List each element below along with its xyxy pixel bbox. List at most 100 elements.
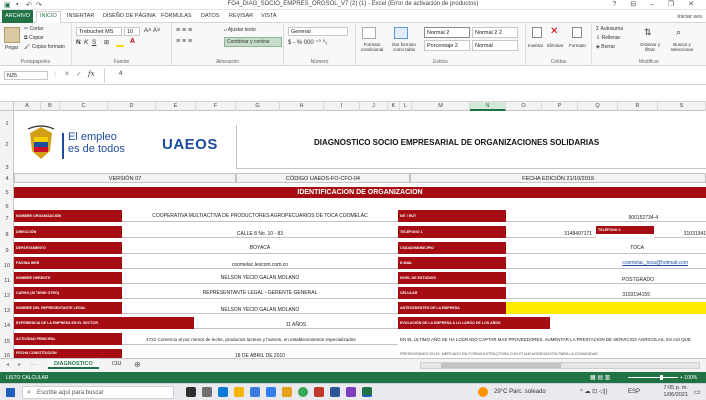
window-controls[interactable]: ? ⊟ – ❐ ✕ [612,0,700,8]
delete-button[interactable]: Eliminar [547,43,563,48]
column-header[interactable]: C [60,102,108,111]
row-header[interactable]: 3 [0,165,14,171]
column-header[interactable]: O [506,102,542,111]
column-header[interactable]: A [14,102,41,111]
italic-button[interactable]: K [84,39,88,46]
row-header[interactable]: 8 [0,232,14,238]
cancel-entry-icon[interactable]: ✕ [64,70,70,78]
value-legal-rep[interactable]: NELSON YECID GALAN MOLANO [122,303,398,314]
autosum-button[interactable]: Σ Autosuma [596,26,623,32]
store-icon[interactable] [266,387,276,397]
number-format-select[interactable]: General [288,27,348,36]
column-header[interactable]: P [542,102,578,111]
language-indicator[interactable]: ESP [628,389,640,395]
sheet-tab-diagnostico[interactable]: DIAGNOSTICO [48,359,99,369]
file-explorer-icon[interactable] [234,387,244,397]
background-input[interactable] [506,302,706,314]
row-header[interactable]: 5 [0,190,14,196]
tab-file[interactable]: ARCHIVO [2,10,34,23]
number-format-buttons[interactable]: $ - % 000 ⁺⁰ ⁰₀ [288,39,327,46]
scroll-thumb[interactable] [441,363,561,368]
section-header[interactable]: IDENTIFICACION DE ORGANIZACION [14,187,706,198]
row-header[interactable]: 4 [0,176,14,182]
zoom-slider[interactable] [628,377,678,378]
style-normal[interactable]: Normal [472,40,518,51]
weather-text[interactable]: 29°C Parc. soleado [494,389,546,395]
app-purple-icon[interactable] [346,387,356,397]
row-header[interactable]: 7 [0,216,14,222]
code-cell[interactable]: CÓDIGO UAEOS-FO-CFO-04 [236,173,410,183]
sign-in-link[interactable]: Iniciar ses [677,14,702,20]
tab-page-layout[interactable]: DISEÑO DE PÁGINA [100,12,159,20]
save-icon[interactable]: ▪ [16,1,18,8]
evolution-text[interactable]: EN EL ÚLTIMO AÑO SE HA LOGRADO CAPTAR MA… [400,335,706,344]
row-header[interactable]: 13 [0,308,14,314]
row-header[interactable]: 6 [0,204,14,210]
conditional-format-icon[interactable] [362,27,376,39]
value-department[interactable]: BOYACÁ [122,243,398,254]
value-email-link[interactable]: coomelac_toca@hotmail.com [506,258,706,269]
row-header[interactable]: 1 [0,121,14,127]
sort-filter-icon[interactable]: ⇅ [644,27,652,38]
value-nit[interactable]: 900152734-4 [506,211,706,222]
sheet-tab-ciu[interactable]: CIU [106,359,127,369]
wrap-text-button[interactable]: ⤶ Ajustar texto [224,27,256,33]
excel-taskbar-icon[interactable] [362,387,372,397]
style-normal-2[interactable]: Normal 2 [424,27,470,38]
edge-icon[interactable] [218,387,228,397]
bold-button[interactable]: N [76,39,81,46]
confirm-entry-icon[interactable]: ✓ [76,70,82,78]
format-button[interactable]: Formato [569,43,586,48]
fill-button[interactable]: ⇩ Rellenar [596,35,620,41]
underline-button[interactable]: S [92,39,96,46]
zoom-level[interactable]: + 100% [680,375,697,381]
column-header[interactable]: G [236,102,280,111]
binoculars-icon[interactable]: ⌕ [676,27,681,38]
column-header[interactable]: M [412,102,470,111]
tray-icons[interactable]: ^ ☁ ⊡ ◁)) [580,388,607,395]
column-header[interactable]: J [360,102,388,111]
clock-time[interactable]: 7:05 p. m. [658,385,688,391]
edition-date-cell[interactable]: FECHA EDICIÓN 21/10/2019 [410,173,706,183]
align-top-icon[interactable]: ≡ ≡ ≡ [176,27,192,34]
column-header[interactable]: B [41,102,60,111]
zoom-slider-thumb[interactable] [660,375,663,380]
tab-more-icon[interactable]: … [30,361,36,367]
align-left-icon[interactable]: ≡ ≡ ≡ [176,38,192,45]
font-color-icon[interactable]: A [130,38,135,45]
column-header-selected[interactable]: N [470,102,506,111]
windows-start-icon[interactable] [6,388,15,397]
undo-icon[interactable]: ↶ [26,1,32,9]
format-icon[interactable] [572,27,582,38]
row-header[interactable]: 11 [0,278,14,284]
style-normal-2-2[interactable]: Normal 2 2 [472,27,518,38]
value-founding-date[interactable]: 18 DE ABRIL DE 2010 [122,350,398,358]
value-manager[interactable]: NELSON YECID GALAN MOLANO [122,273,398,284]
paste-icon[interactable] [4,27,20,43]
find-select-button[interactable]: Buscar y seleccionar [666,42,698,53]
app-icon[interactable] [282,387,292,397]
view-buttons[interactable]: ▦ ▤ ▥ [590,374,610,381]
insert-icon[interactable] [532,27,542,38]
format-painter-button[interactable]: 🖌 Copiar formato [24,44,65,50]
value-org-name[interactable]: COOPERATIVA MULTIACTIVA DE PRODUCTORES A… [122,211,398,222]
excel-icon[interactable]: ▣ [4,1,11,9]
copy-button[interactable]: ⧉ Copiar [24,35,44,41]
name-box[interactable]: N25 [4,71,48,80]
column-header[interactable]: D [108,102,156,111]
tab-scroll-left-icon[interactable]: ◂ [6,361,9,368]
value-city[interactable]: TOCA [506,243,706,254]
sort-filter-button[interactable]: Ordenar y filtrar [636,42,664,53]
value-experience[interactable]: 11 AÑOS [194,318,398,329]
column-header[interactable]: F [196,102,236,111]
value-phone1[interactable]: 3148497171 [506,227,596,238]
word-icon[interactable] [330,387,340,397]
title-cell[interactable] [236,125,706,169]
font-grow-icon[interactable]: A˄ A˅ [144,28,160,34]
borders-icon[interactable]: ⊞ [104,39,109,46]
column-header[interactable]: R [618,102,658,111]
tab-view[interactable]: VISTA [258,12,280,20]
select-all-corner[interactable] [0,102,14,111]
value-phone2[interactable]: 31031941 [654,227,706,238]
format-as-table-button[interactable]: Dar formato como tabla [388,42,420,53]
